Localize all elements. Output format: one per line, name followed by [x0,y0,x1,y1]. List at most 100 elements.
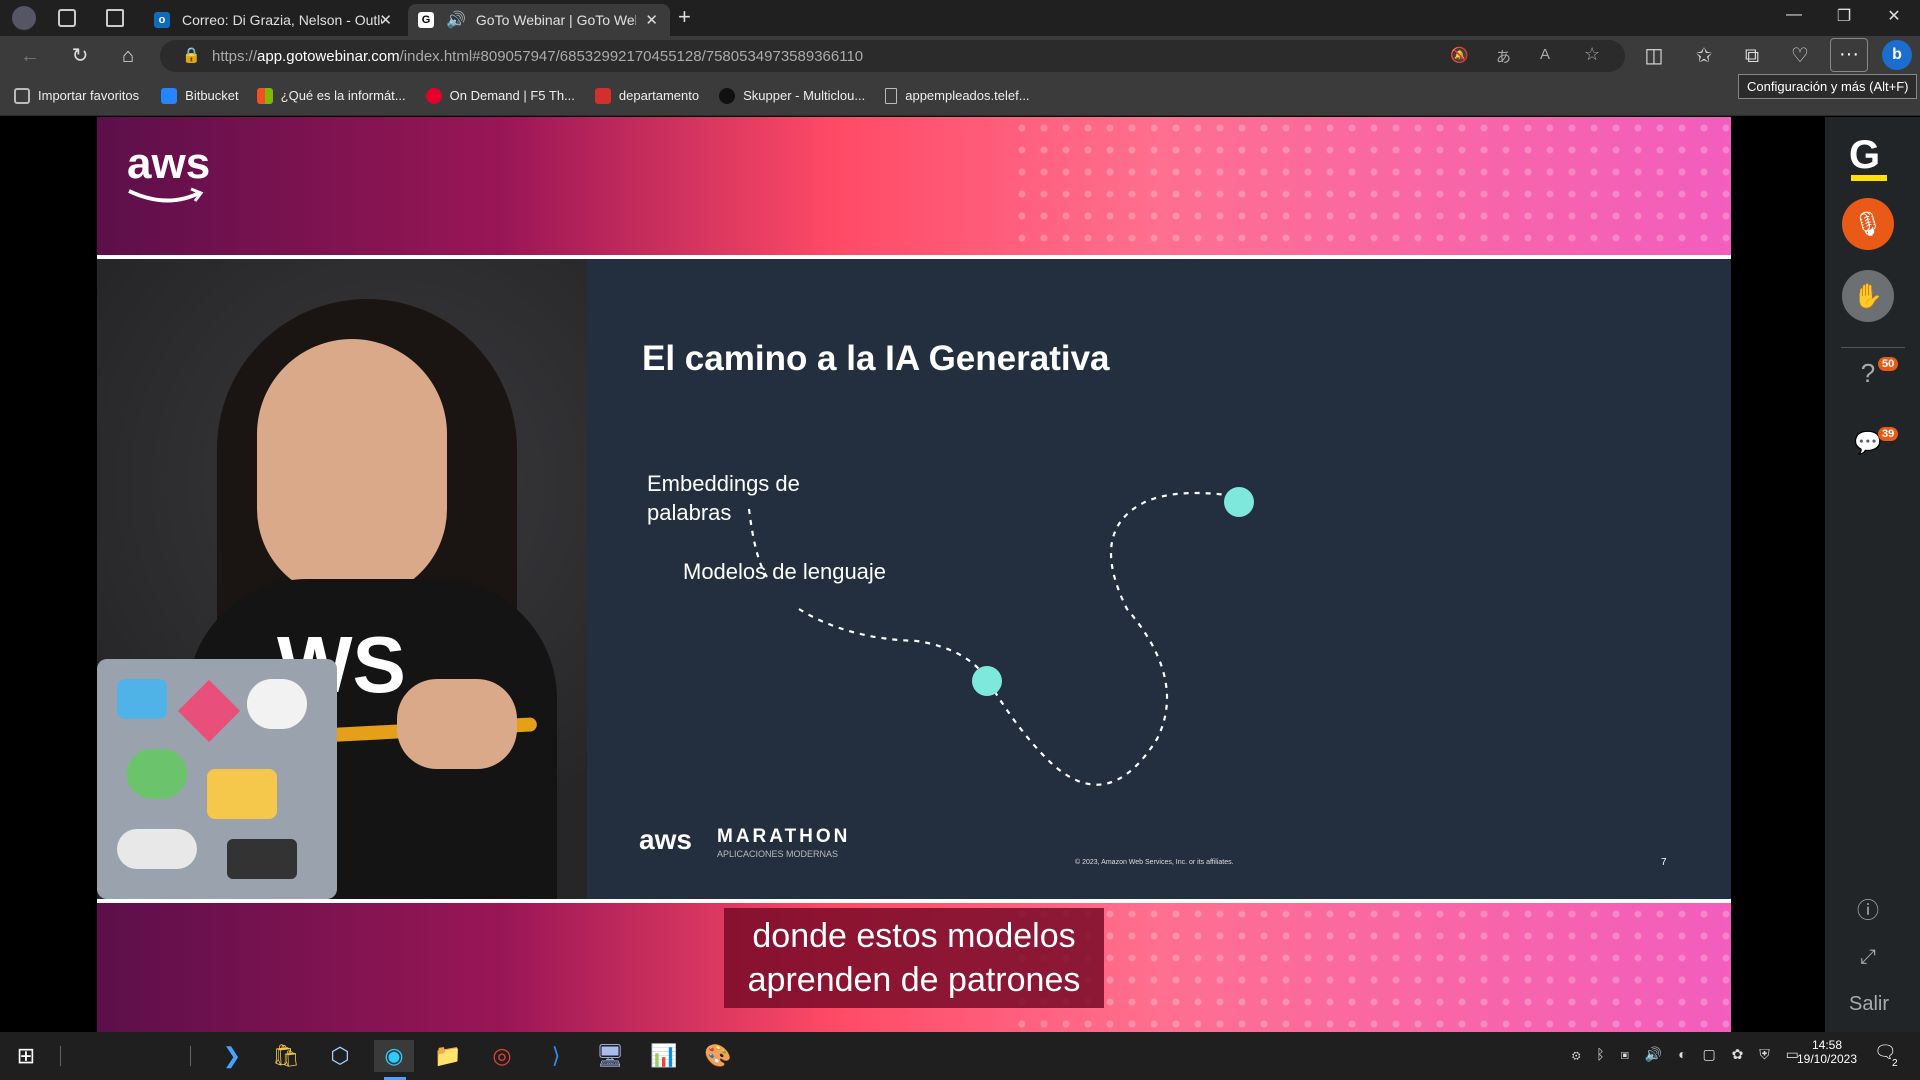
file-explorer-icon[interactable]: 📁 [428,1040,468,1072]
app-icon[interactable]: 📊 [644,1040,684,1072]
dots-pattern [1011,903,1731,1032]
home-button[interactable]: ⌂ [116,44,140,68]
sticker [117,679,167,719]
favorite-star-icon[interactable]: ☆ [1584,44,1600,65]
clock[interactable]: 14:58 19/10/2023 [1792,1038,1862,1066]
settings-more-button[interactable]: ··· [1830,38,1868,72]
store-icon[interactable]: 🛍 [266,1040,306,1072]
back-button[interactable]: ← [18,44,42,68]
speaker-icon[interactable]: 🔊 [446,10,466,30]
url-path: /index.html#809057947/68532992170455128/… [399,47,864,65]
sticker [117,829,197,869]
raise-hand-button[interactable]: ✋ [1842,270,1894,322]
bookmark-departamento[interactable]: departamento [594,87,700,104]
outlook-icon: o [154,12,170,28]
mic-muted-icon: 🎙 [1852,210,1884,238]
sticker [177,679,241,743]
read-aloud-icon[interactable]: A [1540,46,1550,63]
footer-subtitle: APLICACIONES MODERNAS [717,849,839,859]
tab-gotowebinar[interactable]: G 🔊 GoTo Webinar | GoTo Webir ✕ [408,4,670,36]
mute-notifications-icon[interactable]: 🔕 [1450,46,1469,64]
tab-outlook[interactable]: o Correo: Di Grazia, Nelson - Outlo ✕ [144,4,404,36]
bookmark-label: Bitbucket [185,88,239,103]
bookmarks-bar: Importar favoritos Bitbucket ¿Qué es la … [0,76,1920,116]
url-prefix: https:// [212,47,258,65]
workspaces-icon[interactable] [58,9,76,27]
divider [60,1046,61,1066]
divider [190,1046,191,1066]
milestone-dot [972,666,1002,696]
bookmark-appempleados[interactable]: appempleados.telef... [885,87,1030,104]
goto-logo-bar [1851,175,1887,181]
refresh-button[interactable]: ↻ [68,44,92,68]
notification-count: 2 [1892,1058,1898,1069]
import-icon [14,87,30,104]
top-banner: aws [97,117,1731,255]
bookmark-label: departamento [618,88,700,103]
browser-essentials-icon[interactable]: ♡ [1788,44,1812,68]
windows-icon [256,87,273,104]
info-icon: ⓘ [1856,898,1879,923]
close-icon[interactable]: ✕ [379,11,392,29]
bookmark-que-es[interactable]: ¿Qué es la informát... [256,87,406,104]
chrome-icon[interactable]: ◎ [482,1040,522,1072]
new-tab-button[interactable]: + [678,4,691,30]
translate-icon[interactable]: あ [1496,46,1511,67]
bookmark-label: appempleados.telef... [905,88,1030,103]
vscode-icon[interactable]: ⟩ [536,1040,576,1072]
bookmark-label: ¿Qué es la informát... [280,88,406,103]
collections-icon[interactable]: ⧉ [1740,44,1764,68]
paint-icon[interactable]: 🎨 [698,1040,738,1072]
settings-tooltip: Configuración y más (Alt+F) [1738,74,1918,99]
goto-icon: G [418,12,434,28]
powershell-icon[interactable]: ❯ [212,1040,252,1072]
address-bar[interactable]: 🔒 https://app.gotowebinar.com/index.html… [160,40,1625,72]
windows-start-icon[interactable]: ⊞ [6,1040,46,1072]
bookmark-bitbucket[interactable]: Bitbucket [161,87,239,104]
skupper-icon [719,87,736,104]
questions-button[interactable]: ? [1842,347,1894,399]
milestone-dot [1224,487,1254,517]
tab-label: Correo: Di Grazia, Nelson - Outlo [182,12,382,28]
bookmark-on-demand[interactable]: On Demand | F5 Th... [425,87,575,104]
goto-logo: G [1849,133,1881,177]
exit-button[interactable]: Salir [1849,993,1889,1016]
fullscreen-button[interactable]: ⤢ [1842,931,1894,983]
bing-copilot-icon[interactable]: b [1882,40,1912,70]
video-stage: aws WS El camino a la IA Generativa Embe… [97,117,1731,1032]
aws-smile-icon [128,187,204,203]
question-icon: ? [1860,357,1876,388]
minimize-button[interactable]: — [1774,6,1814,24]
close-icon[interactable]: ✕ [645,11,658,29]
footer-aws-logo: aws [639,824,692,855]
goto-side-panel: G 🎙 ✋ ? 50 💬 39 ⓘ ⤢ Salir [1825,117,1920,1032]
f5-icon [425,87,442,104]
profile-avatar[interactable] [12,6,36,30]
close-window-button[interactable]: ✕ [1874,6,1914,26]
expand-icon: ⤢ [1860,945,1876,968]
restore-button[interactable]: ❐ [1824,6,1864,26]
info-button[interactable]: ⓘ [1842,883,1894,935]
questions-badge: 50 [1878,357,1899,371]
bookmark-import[interactable]: Importar favoritos [14,87,139,104]
windows-taskbar: ⊞ ❯ 🛍 ⬡ ◉ 📁 ◎ ⟩ 🖥 📊 🎨 ⚙ ᛒ ▣ 🔊 ◐ ▢ ✿ ⛨ ▭ … [0,1032,1920,1080]
favorites-icon[interactable]: ✩ [1692,44,1716,68]
system-tray-icons[interactable]: ⚙ ᛒ ▣ 🔊 ◐ ▢ ✿ ⛨ ▭ [1572,1046,1805,1063]
microphone-button[interactable]: 🎙 [1842,198,1894,250]
url-host: app.gotowebinar.com [257,47,400,65]
caption-line: aprenden de patrones [747,961,1081,999]
page-icon [885,87,898,104]
virtualbox-icon[interactable]: ⬡ [320,1040,360,1072]
tab-actions-icon[interactable] [106,9,124,27]
remote-desktop-icon[interactable]: 🖥 [590,1040,630,1072]
edge-icon[interactable]: ◉ [374,1040,414,1072]
chat-button[interactable]: 💬 [1842,417,1894,469]
pdf-icon [594,87,611,104]
bookmark-skupper[interactable]: Skupper - Multiclou... [719,87,866,104]
bookmark-label: Skupper - Multiclou... [743,88,866,103]
dashed-path [747,491,1228,786]
split-screen-icon[interactable]: ◫ [1642,44,1666,68]
sticker [127,749,187,799]
bookmark-label: On Demand | F5 Th... [449,88,575,103]
lock-icon[interactable]: 🔒 [182,46,201,64]
